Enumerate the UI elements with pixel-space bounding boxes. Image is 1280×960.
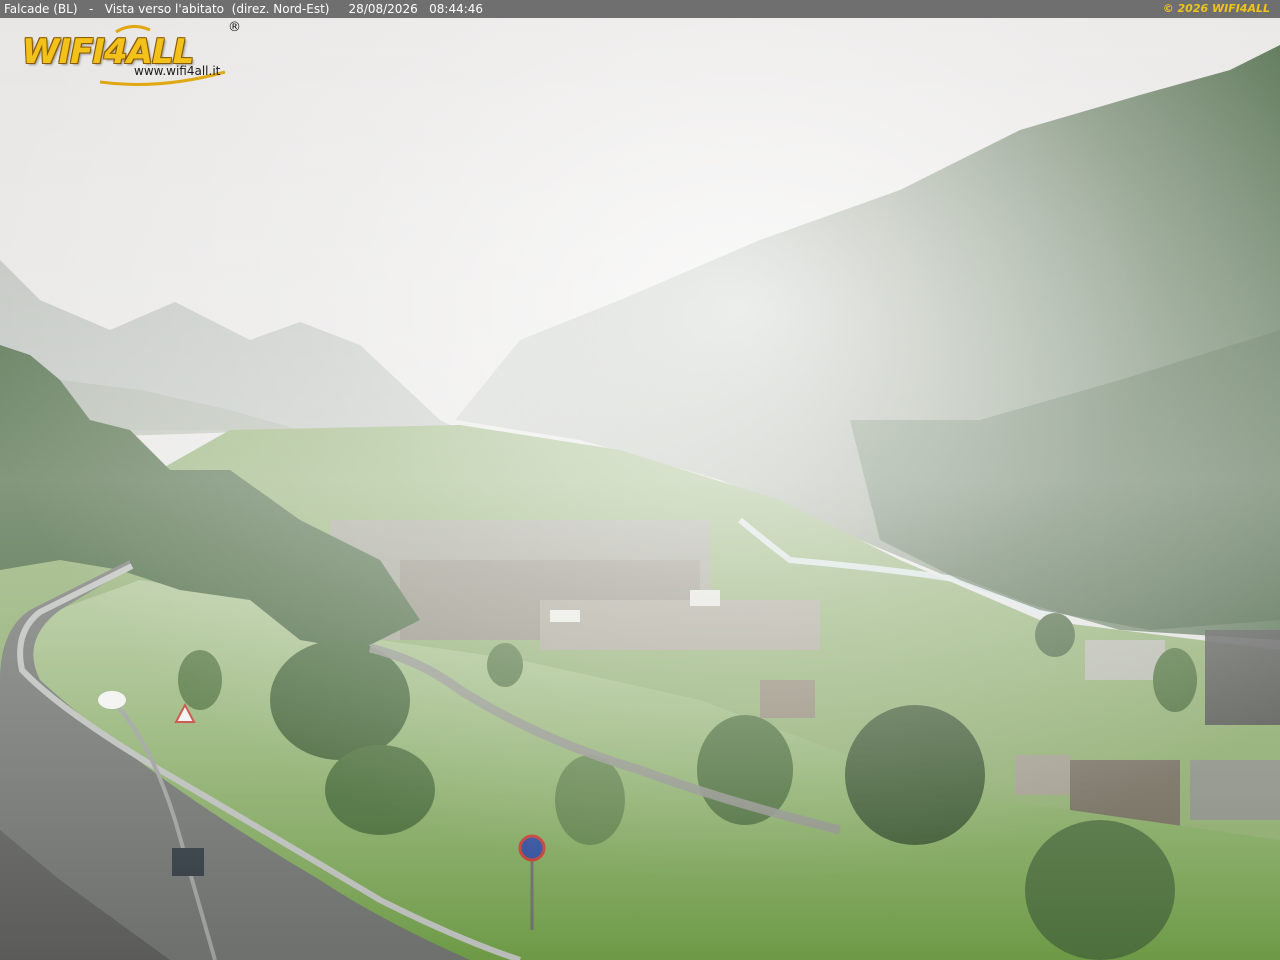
webcam-frame: Falcade (BL) - Vista verso l'abitato (di… [0,0,1280,960]
caption-bar: Falcade (BL) - Vista verso l'abitato (di… [0,0,1280,18]
copyright-notice: © 2026 WIFI4ALL [1162,2,1270,15]
wifi4all-logo: WIFI4ALL ® www.wifi4all.it [20,20,245,88]
camera-caption: Falcade (BL) - Vista verso l'abitato (di… [4,2,484,16]
webcam-photo [0,0,1280,960]
registered-mark: ® [228,20,241,35]
sun-glare [0,0,1280,960]
logo-url: www.wifi4all.it [134,64,221,78]
